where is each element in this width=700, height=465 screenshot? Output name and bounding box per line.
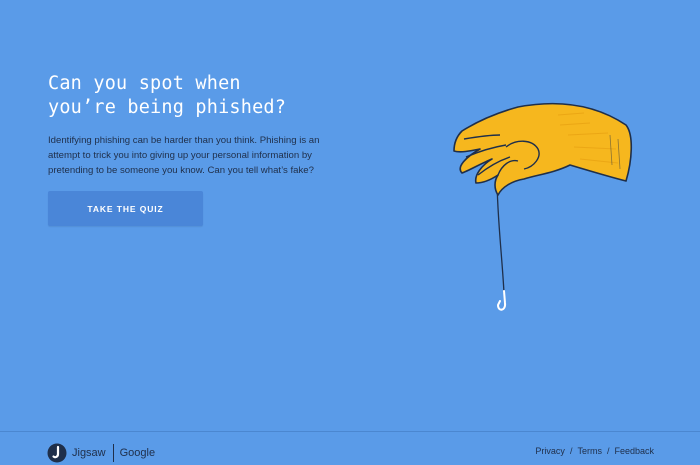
- take-quiz-button[interactable]: TAKE THE QUIZ: [48, 191, 203, 226]
- title-line-2: you’re being phished?: [48, 97, 287, 118]
- hand-holding-hook-illustration: [453, 102, 633, 311]
- hero-section: Can you spot when you’re being phished? …: [48, 72, 338, 178]
- hook-icon: [497, 290, 507, 311]
- link-separator: /: [569, 446, 573, 456]
- link-separator: /: [606, 446, 610, 456]
- feedback-link[interactable]: Feedback: [614, 446, 654, 456]
- page: Can you spot when you’re being phished? …: [0, 0, 700, 465]
- title-line-1: Can you spot when: [48, 73, 241, 94]
- hand-icon: [453, 102, 633, 196]
- logo-divider: [112, 444, 114, 462]
- page-title: Can you spot when you’re being phished?: [48, 72, 338, 120]
- footer: Jigsaw Google Privacy / Terms / Feedback: [0, 431, 700, 465]
- footer-logo[interactable]: Jigsaw Google: [47, 442, 155, 464]
- privacy-link[interactable]: Privacy: [535, 446, 565, 456]
- footer-links: Privacy / Terms / Feedback: [535, 446, 654, 456]
- hero-description: Identifying phishing can be harder than …: [48, 135, 320, 176]
- terms-link[interactable]: Terms: [577, 446, 602, 456]
- google-wordmark: Google: [119, 447, 156, 459]
- jigsaw-wordmark: Jigsaw: [72, 447, 106, 459]
- jigsaw-logo-icon: [47, 443, 67, 463]
